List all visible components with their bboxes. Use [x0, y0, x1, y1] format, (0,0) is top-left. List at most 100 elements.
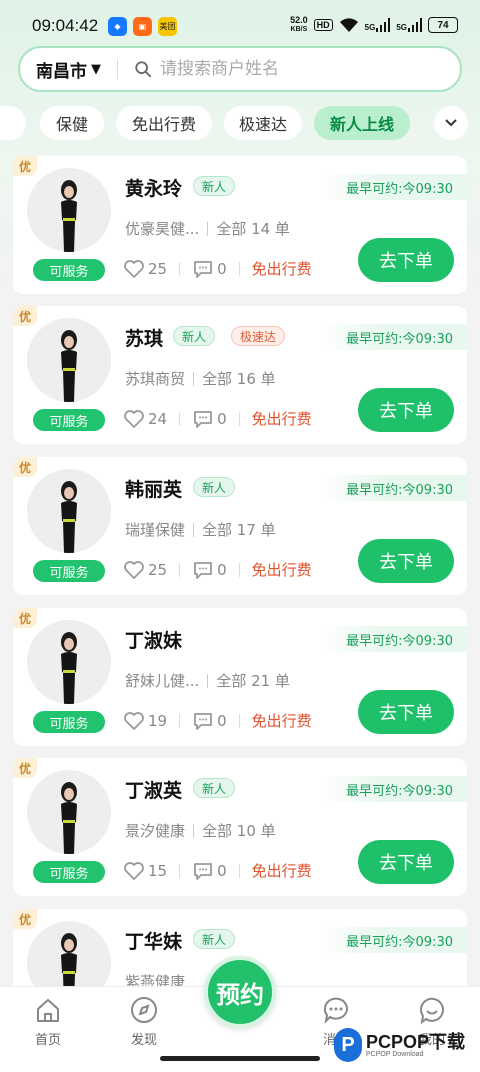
comments[interactable]: 0	[192, 861, 227, 881]
preferred-badge: 优	[13, 457, 37, 477]
watermark-brand: PCPOP下载	[366, 1031, 466, 1052]
merchant-name: 黄永玲	[125, 178, 183, 200]
merchant-card[interactable]: 优 可服务 丁淑妹 最早可约:今09:30 舒妹儿健... 全部 21 单 19…	[13, 608, 467, 746]
signal-1-label: 5G	[364, 23, 376, 32]
avatar[interactable]	[27, 620, 111, 704]
new-tag: 新人	[193, 477, 236, 497]
tabs-expand-button[interactable]	[434, 106, 468, 140]
card-stats: 25 0 免出行费	[123, 258, 312, 279]
avatar[interactable]	[27, 770, 111, 854]
comments[interactable]: 0	[192, 711, 227, 731]
tab-new-arrivals[interactable]: 新人上线	[314, 106, 410, 140]
earliest-booking-time: 最早可约:今09:30	[322, 626, 467, 652]
avatar[interactable]	[27, 318, 111, 402]
likes-count: 24	[148, 409, 168, 428]
shop-info: 苏琪商贸 全部 16 单	[125, 368, 276, 389]
avatar[interactable]	[27, 469, 111, 553]
divider	[207, 221, 209, 236]
nav-home[interactable]: 首页	[18, 995, 78, 1048]
hd-badge: HD	[313, 19, 333, 31]
merchant-name: 韩丽英	[125, 479, 183, 501]
likes[interactable]: 19	[123, 711, 167, 731]
nav-home-label: 首页	[34, 1033, 61, 1048]
place-order-button[interactable]: 去下单	[358, 238, 454, 282]
chevron-down-icon	[445, 119, 457, 127]
free-travel-fee-label: 免出行费	[251, 561, 312, 579]
divider	[238, 562, 240, 577]
comments[interactable]: 0	[192, 409, 227, 429]
divider	[179, 261, 181, 276]
merchant-name: 苏琪	[125, 328, 164, 350]
search-bar: 南昌市 ▼	[18, 46, 462, 92]
available-tag: 可服务	[33, 861, 105, 883]
order-count: 全部 10 单	[202, 822, 276, 840]
place-order-button[interactable]: 去下单	[358, 840, 454, 884]
preferred-badge: 优	[13, 608, 37, 628]
city-selector[interactable]: 南昌市 ▼	[36, 57, 101, 82]
merchant-card[interactable]: 优 可服务 黄永玲 新人 最早可约:今09:30 优豪昊健... 全部 14 单	[13, 156, 467, 294]
merchant-name: 丁淑妹	[125, 630, 183, 652]
home-icon	[37, 999, 59, 1022]
preferred-badge: 优	[13, 156, 37, 176]
earliest-booking-time: 最早可约:今09:30	[322, 927, 467, 953]
likes-count: 25	[148, 560, 168, 579]
nav-discover[interactable]: 发现	[114, 995, 174, 1048]
free-travel-fee-label: 免出行费	[251, 712, 312, 730]
order-count: 全部 17 单	[202, 521, 276, 539]
net-speed-unit: KB/S	[290, 26, 308, 33]
avatar[interactable]	[27, 168, 111, 252]
likes[interactable]: 25	[123, 259, 167, 279]
tab-express[interactable]: 极速达	[224, 106, 302, 140]
merchant-card[interactable]: 优 可服务 丁淑英 新人 最早可约:今09:30 景汐健康 全部 10 单 15…	[13, 758, 467, 896]
avatar-figure-icon	[61, 782, 77, 854]
comments-count: 0	[217, 560, 227, 579]
caret-down-icon: ▼	[91, 61, 101, 77]
comment-icon	[194, 862, 212, 880]
place-order-button[interactable]: 去下单	[358, 388, 454, 432]
likes-count: 15	[148, 861, 168, 880]
comment-icon	[194, 410, 212, 428]
net-speed: 52.0 KB/S	[290, 16, 308, 34]
comments-count: 0	[217, 259, 227, 278]
avatar-figure-icon	[61, 180, 77, 252]
shop-name: 景汐健康	[125, 822, 186, 840]
place-order-button[interactable]: 去下单	[358, 690, 454, 734]
divider	[193, 823, 195, 838]
merchant-card[interactable]: 优 可服务 苏琪 新人极速达 最早可约:今09:30 苏琪商贸 全部 16 单	[13, 306, 467, 444]
avatar-figure-icon	[61, 481, 77, 553]
tab-hidden-left[interactable]	[0, 106, 26, 140]
likes-count: 19	[148, 711, 168, 730]
book-appointment-button[interactable]: 预约	[204, 956, 276, 1028]
divider	[238, 713, 240, 728]
likes[interactable]: 25	[123, 560, 167, 580]
earliest-booking-time: 最早可约:今09:30	[322, 475, 467, 501]
divider	[238, 863, 240, 878]
comments[interactable]: 0	[192, 560, 227, 580]
meituan-icon: 美团	[158, 17, 177, 36]
shop-name: 优豪昊健...	[125, 220, 200, 238]
card-stats: 15 0 免出行费	[123, 860, 312, 881]
heart-icon	[124, 560, 144, 579]
merchant-card[interactable]: 优 可服务 韩丽英 新人 最早可约:今09:30 瑞瑾保健 全部 17 单 25…	[13, 457, 467, 595]
likes[interactable]: 15	[123, 861, 167, 881]
place-order-button[interactable]: 去下单	[358, 539, 454, 583]
order-count: 全部 21 单	[216, 672, 290, 690]
earliest-booking-time: 最早可约:今09:30	[322, 776, 467, 802]
free-travel-fee-label: 免出行费	[251, 862, 312, 880]
divider	[238, 411, 240, 426]
available-tag: 可服务	[33, 711, 105, 733]
merchant-name: 丁华妹	[125, 931, 183, 953]
likes[interactable]: 24	[123, 409, 167, 429]
card-stats: 25 0 免出行费	[123, 559, 312, 580]
watermark-sub: PCPOP Download	[366, 1050, 424, 1058]
tab-health[interactable]: 保健	[40, 106, 104, 140]
status-time: 09:04:42	[32, 16, 99, 35]
express-tag: 极速达	[231, 326, 286, 346]
wifi-icon	[339, 18, 358, 32]
divider	[238, 261, 240, 276]
search-input[interactable]	[160, 59, 420, 79]
comments[interactable]: 0	[192, 259, 227, 279]
tab-free-travel-fee[interactable]: 免出行费	[116, 106, 212, 140]
filter-tabs: 保健 免出行费 极速达 新人上线	[0, 106, 480, 140]
pcpop-logo-icon: P	[334, 1028, 362, 1062]
